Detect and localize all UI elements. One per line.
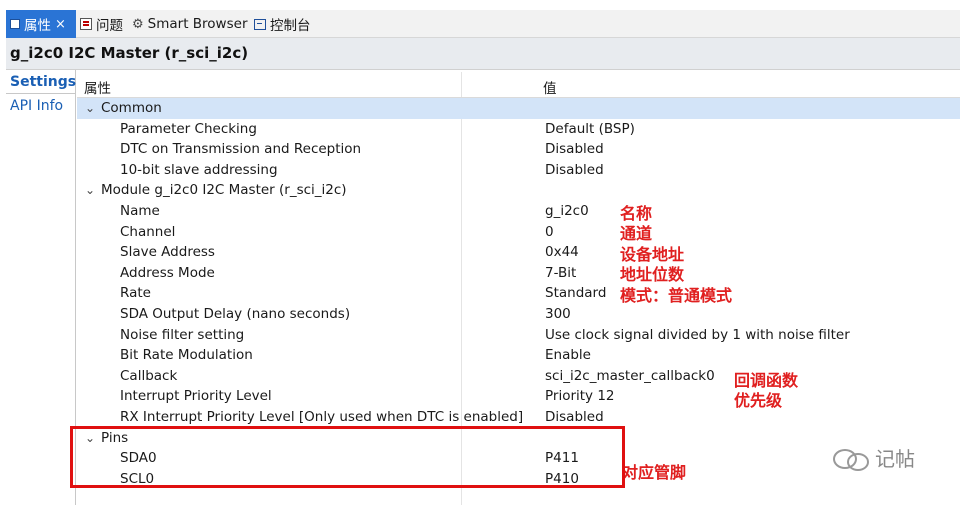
close-icon[interactable]: × [55,17,66,32]
property-name-text: Address Mode [120,264,215,281]
watermark-text: 记帖 [875,447,915,471]
table-header: 属性 值 [77,72,960,98]
wechat-logo-icon [833,447,869,471]
property-value[interactable]: Enable [545,347,591,363]
tab-console-label: 控制台 [270,18,311,34]
watermark: 记帖 [833,443,915,472]
table-row[interactable]: Callback sci_i2c_master_callback0 [77,366,960,387]
property-value[interactable]: 7-Bit [545,265,576,281]
tab-problems[interactable]: 问题 [80,10,123,38]
property-name-text: Common [101,100,162,116]
property-name: Rate [120,285,151,301]
property-value[interactable]: Priority 12 [545,388,615,404]
table-row[interactable]: Noise filter setting Use clock signal div… [77,325,960,346]
property-name-text: SDA Output Delay (nano seconds) [120,305,351,322]
properties-icon [10,19,20,29]
chevron-down-icon[interactable]: ⌄ [85,183,101,197]
property-name: Slave Address [120,244,215,260]
property-name: Callback [120,368,177,384]
column-header-property[interactable]: 属性 [84,77,111,97]
property-value[interactable]: 0x44 [545,244,579,260]
property-value[interactable]: Standard [545,285,606,301]
problems-icon [80,18,92,30]
annotation-priority: 优先级 [734,391,783,410]
property-name: Address Mode [120,265,215,281]
page-title: g_i2c0 I2C Master (r_sci_i2c) [10,44,249,62]
property-name-text: Parameter Checking [120,120,257,137]
property-value[interactable]: 0 [545,224,554,240]
property-name: RX Interrupt Priority Level [Only used w… [120,409,523,425]
table-row[interactable]: Rate Standard [77,283,960,304]
property-name: Bit Rate Modulation [120,347,253,363]
tab-console[interactable]: 控制台 [254,10,311,38]
property-name: Parameter Checking [120,121,257,137]
tab-problems-label: 问题 [96,18,123,34]
property-value[interactable]: Disabled [545,409,604,425]
table-row[interactable]: Interrupt Priority Level Priority 12 [77,386,960,407]
table-row[interactable]: SDA Output Delay (nano seconds) 300 [77,304,960,325]
property-name-text: Name [120,202,160,219]
table-row[interactable]: Name g_i2c0 [77,201,960,222]
table-row[interactable]: Bit Rate Modulation Enable [77,345,960,366]
chevron-down-icon[interactable]: ⌄ [85,101,101,115]
property-name-text: Slave Address [120,244,215,261]
gear-icon: ⚙ [132,16,144,32]
property-value[interactable]: Default (BSP) [545,121,635,137]
property-name: 10-bit slave addressing [120,162,278,178]
tab-properties[interactable]: 属性 × [6,10,76,38]
console-icon [254,18,266,30]
property-value[interactable]: g_i2c0 [545,203,589,219]
property-name-text: Module g_i2c0 I2C Master (r_sci_i2c) [101,182,347,199]
property-name-text: Rate [120,285,151,302]
property-name-text: Callback [120,367,178,384]
tab-settings[interactable]: Settings [6,70,76,94]
table-row[interactable]: Parameter Checking Default (BSP) [77,119,960,140]
property-name-text: 10-bit slave addressing [120,161,278,178]
table-row[interactable]: Slave Address 0x44 [77,242,960,263]
property-name: SDA Output Delay (nano seconds) [120,306,350,322]
table-group-row[interactable]: ⌄ Module g_i2c0 I2C Master (r_sci_i2c) [77,180,960,201]
table-group-row[interactable]: ⌄ Common [77,98,960,119]
property-name: DTC on Transmission and Reception [120,141,361,157]
property-value[interactable]: sci_i2c_master_callback0 [545,368,715,384]
tab-properties-label: 属性 [24,18,51,34]
property-name: Name [120,203,160,219]
table-row[interactable]: RX Interrupt Priority Level [Only used w… [77,407,960,428]
property-name-text: Bit Rate Modulation [120,347,253,364]
property-value[interactable]: Disabled [545,162,604,178]
property-name-text: Interrupt Priority Level [120,388,272,405]
table-row[interactable]: DTC on Transmission and Reception Disable… [77,139,960,160]
property-name-text: DTC on Transmission and Reception [120,141,362,158]
tab-api-info[interactable]: API Info [6,94,75,118]
property-value[interactable]: Use clock signal divided by 1 with noise… [545,327,850,343]
annotation-pins: 对应管脚 [622,463,687,482]
property-value[interactable]: Disabled [545,141,604,157]
annotation-rate: 模式：普通模式 [620,286,733,305]
group-label: ⌄ Module g_i2c0 I2C Master (r_sci_i2c) [85,182,347,198]
side-tab-panel: Settings API Info [6,70,76,505]
table-row[interactable]: 10-bit slave addressing Disabled [77,160,960,181]
view-tab-bar: 属性 × 问题 ⚙ Smart Browser 控制台 [6,10,960,38]
pins-highlight-box [70,426,625,488]
property-name: Interrupt Priority Level [120,388,272,404]
group-label: ⌄ Common [85,100,162,116]
property-name: Channel [120,224,175,240]
table-row[interactable]: Channel 0 [77,222,960,243]
tab-smart-browser-label: Smart Browser [147,16,248,32]
property-name: Noise filter setting [120,327,244,343]
tab-smart-browser[interactable]: ⚙ Smart Browser [132,10,248,38]
property-value[interactable]: 300 [545,306,571,322]
column-header-value[interactable]: 值 [543,77,557,97]
table-row[interactable]: Address Mode 7-Bit [77,263,960,284]
property-name-text: Noise filter setting [120,326,245,343]
properties-title-bar: g_i2c0 I2C Master (r_sci_i2c) [6,38,960,70]
property-name-text: RX Interrupt Priority Level [Only used w… [120,408,524,425]
property-name-text: Channel [120,223,176,240]
